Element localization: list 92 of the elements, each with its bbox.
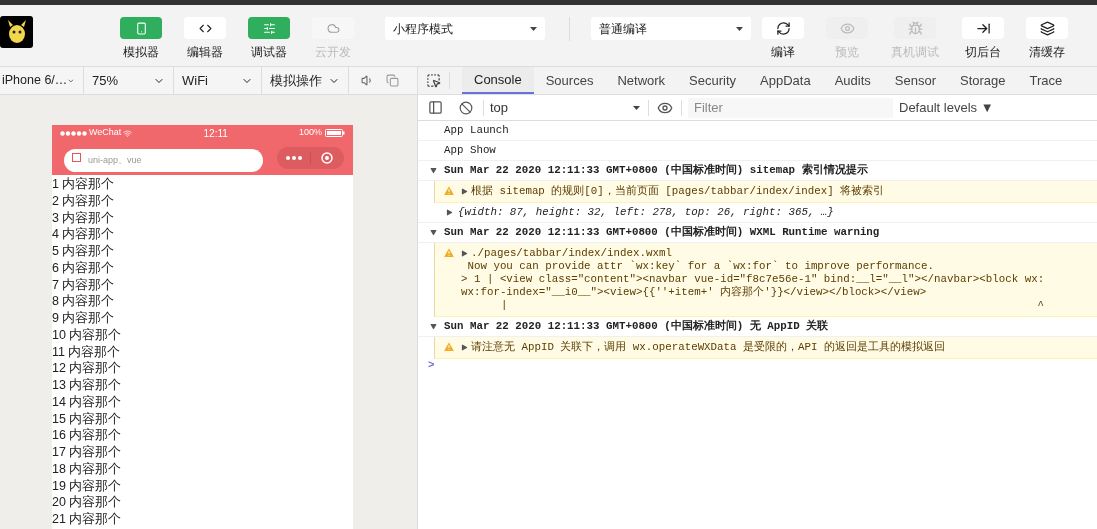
log-group-title: Sun Mar 22 2020 12:11:33 GMT+0800 (中国标准时间) sitemap 索引情况提示: [444, 164, 868, 177]
layers-icon: [1039, 20, 1055, 36]
inspect-icon[interactable]: [426, 73, 441, 88]
devtools-tab[interactable]: Security: [677, 67, 749, 94]
list-item: 21 内容那个: [52, 511, 122, 528]
devtools-tab[interactable]: Trace: [1017, 67, 1075, 94]
clear-icon[interactable]: [459, 100, 473, 115]
operation-select[interactable]: 模拟操作: [262, 67, 349, 94]
warning-text: 根据 sitemap 的规则[0]，当前页面 [pages/tabbar/index/index] 将被索引: [471, 185, 885, 198]
zoom-select[interactable]: 75%: [84, 67, 174, 94]
action-button[interactable]: [1026, 17, 1068, 39]
list-item: 4 内容那个: [52, 226, 115, 243]
devtools-tab[interactable]: Audits: [822, 67, 883, 94]
filter-field[interactable]: Filter: [688, 97, 893, 118]
list-item: 10 内容那个: [52, 326, 122, 344]
network-select[interactable]: WiFi: [174, 67, 262, 94]
toolbar-label: 调试器: [251, 44, 287, 61]
sidebar-toggle-icon[interactable]: [428, 100, 443, 115]
app-logo[interactable]: [0, 16, 33, 48]
log-group-title: Sun Mar 22 2020 12:11:33 GMT+0800 (中国标准时间) WXML Runtime warning: [444, 226, 880, 239]
list-item: 12 内容那个: [52, 360, 122, 377]
warning-text: > 1 | <view class="content"><navbar vue-id="f8c7e56e-1" bind:__l="__l"></navbar><block wx:: [461, 273, 1045, 286]
carrier-name: WeChat: [89, 126, 122, 140]
warning-text: 请注意无 AppID 关联下，调用 wx.operateWXData 是受限的，API 的返回是工具的模拟返回: [471, 341, 945, 354]
list-item: 8 内容那个: [52, 293, 115, 310]
wifi-icon: [123, 128, 133, 138]
action-button[interactable]: [762, 17, 804, 39]
list-item: 19 内容那个: [52, 477, 122, 495]
list-item: 18 内容那个: [52, 460, 122, 478]
warning-text: wx:for-index="__i0__"><view>{{''+item+' 内容那个'}}</view></block></view>: [461, 286, 927, 299]
list-item: 3 内容那个: [52, 209, 115, 227]
search-field[interactable]: uni-app、vue: [64, 148, 263, 172]
dropdown-caret-icon: [530, 26, 537, 31]
signal-dots-icon: [60, 130, 87, 136]
list-item: 17 内容那个: [52, 444, 122, 461]
device-select[interactable]: iPhone 6/…: [0, 67, 84, 94]
status-time: 12:11: [203, 126, 228, 141]
levels-dropdown[interactable]: Default levels ▼: [899, 97, 994, 118]
object-preview: {width: 87, height: 32, left: 278, top: 26, right: 365, …}: [458, 206, 834, 219]
toolbar-label: 模拟器: [123, 44, 159, 61]
action-label: 清缓存: [1029, 44, 1065, 61]
warning-icon: [443, 247, 455, 259]
devtools-tab[interactable]: Sources: [533, 67, 606, 94]
list-item: 20 内容那个: [52, 494, 122, 511]
devtools-tab[interactable]: Console: [462, 67, 534, 94]
windows-icon[interactable]: [386, 74, 399, 87]
mode-select[interactable]: 小程序模式: [385, 17, 545, 40]
action-label: 切后台: [965, 44, 1001, 61]
devtools-tab[interactable]: Network: [605, 67, 678, 94]
bug-icon: [907, 20, 923, 36]
action-button[interactable]: [962, 17, 1004, 39]
code-pointer: |: [501, 299, 508, 312]
warning-icon: [443, 185, 455, 197]
console-prompt[interactable]: >: [418, 359, 1097, 372]
target-circle-icon[interactable]: [321, 151, 333, 164]
log-message: App Launch: [444, 124, 509, 137]
action-label: 编译: [771, 44, 795, 61]
devtools-tab[interactable]: Storage: [948, 67, 1018, 94]
sliders-icon: [262, 21, 276, 35]
list-item: 7 内容那个: [52, 276, 115, 294]
toolbar-button[interactable]: [184, 17, 226, 39]
list-item: 5 内容那个: [52, 243, 115, 260]
compile-select[interactable]: 普通编译: [591, 17, 751, 40]
list-item: 2 内容那个: [52, 192, 115, 210]
list-item: 13 内容那个: [52, 377, 122, 394]
list-item: 6 内容那个: [52, 259, 115, 277]
cloud-icon: [326, 21, 340, 35]
list-item: 14 内容那个: [52, 393, 122, 411]
battery-percent: 100%: [298, 126, 322, 140]
list-item: 16 内容那个: [52, 427, 122, 444]
speaker-icon[interactable]: [361, 74, 374, 87]
toolbar-label: 编辑器: [187, 44, 223, 61]
log-message: App Show: [444, 144, 496, 157]
dropdown-caret-icon: [633, 105, 640, 110]
code-pointer: ^: [1037, 299, 1044, 312]
devtools-tab[interactable]: Sensor: [882, 67, 948, 94]
list-item: 1 内容那个: [52, 176, 115, 193]
warning-icon: [443, 341, 455, 353]
phone-icon: [134, 21, 148, 35]
refresh-icon: [775, 20, 791, 36]
list-item: 9 内容那个: [52, 310, 115, 327]
list-item: 11 内容那个: [52, 343, 121, 361]
list-item: 15 内容那个: [52, 410, 122, 428]
square-icon: [72, 153, 81, 162]
eye-icon: [839, 20, 855, 36]
log-group-title: Sun Mar 22 2020 12:11:33 GMT+0800 (中国标准时间) 无 AppID 关联: [444, 320, 829, 333]
devtools-tab[interactable]: AppData: [748, 67, 823, 94]
warning-text: ./pages/tabbar/index/index.wxml: [471, 247, 672, 260]
warning-text: Now you can provide attr `wx:key` for a `wx:for` to improve performance.: [466, 260, 934, 273]
battery-icon: [325, 129, 345, 137]
context-select[interactable]: top: [490, 97, 640, 118]
dropdown-caret-icon: [736, 26, 743, 31]
